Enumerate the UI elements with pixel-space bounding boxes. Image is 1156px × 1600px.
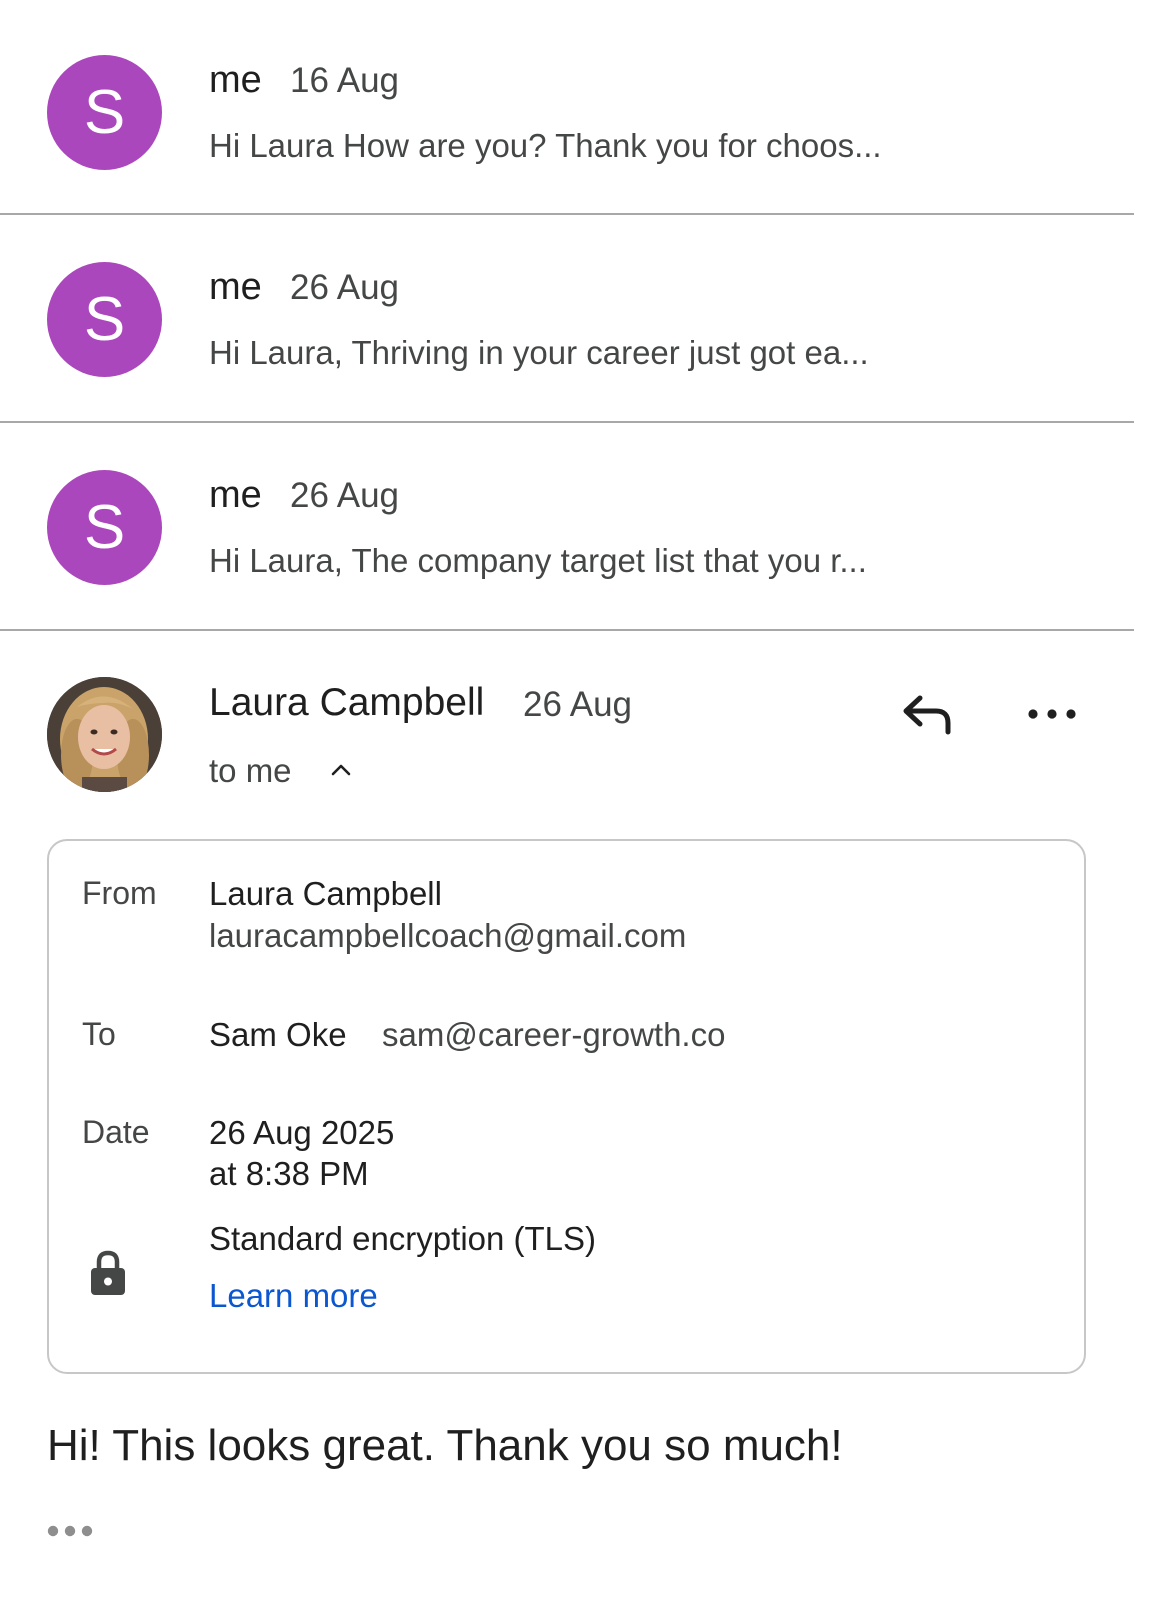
message-sender: me	[209, 266, 262, 308]
message-date: 16 Aug	[290, 61, 399, 100]
collapsed-message[interactable]: S me 16 Aug Hi Laura How are you? Thank …	[0, 8, 1134, 215]
avatar[interactable]: S	[47, 470, 162, 585]
date-label: Date	[82, 1114, 150, 1150]
message-details-panel: From Laura Campbell lauracampbellcoach@g…	[47, 839, 1086, 1374]
message-snippet: Hi Laura, Thriving in your career just g…	[209, 334, 869, 371]
from-name: Laura Campbell	[209, 875, 442, 912]
avatar[interactable]: S	[47, 55, 162, 170]
to-label: To	[82, 1016, 116, 1052]
from-email[interactable]: lauracampbellcoach@gmail.com	[209, 917, 686, 955]
message-sender: me	[209, 59, 262, 101]
date-value: 26 Aug 2025	[209, 1114, 395, 1151]
lock-icon	[91, 1250, 125, 1295]
show-trimmed-content-button[interactable]	[47, 1511, 107, 1551]
more-horizontal-icon	[47, 1525, 93, 1537]
more-options-button[interactable]	[1019, 689, 1085, 739]
message-date: 26 Aug	[290, 268, 399, 307]
to-name: Sam Oke	[209, 1016, 347, 1053]
time-value: at 8:38 PM	[209, 1155, 369, 1192]
message-date: 26 Aug	[290, 476, 399, 515]
message-snippet: Hi Laura, The company target list that y…	[209, 542, 867, 579]
learn-more-link[interactable]: Learn more	[209, 1277, 378, 1315]
expanded-message: Laura Campbell 26 Aug to me From Laura C…	[0, 633, 1156, 1600]
avatar[interactable]	[47, 677, 162, 792]
to-email[interactable]: sam@career-growth.co	[382, 1016, 725, 1054]
message-snippet: Hi Laura How are you? Thank you for choo…	[209, 127, 882, 164]
message-date: 26 Aug	[523, 685, 632, 724]
recipients-summary[interactable]: to me	[209, 752, 292, 790]
reply-icon	[903, 695, 951, 735]
from-label: From	[82, 875, 157, 911]
more-horizontal-icon	[1028, 709, 1076, 719]
avatar-photo	[47, 677, 162, 792]
encryption-status: Standard encryption (TLS)	[209, 1220, 597, 1257]
collapsed-message[interactable]: S me 26 Aug Hi Laura, The company target…	[0, 423, 1134, 631]
message-body: Hi! This looks great. Thank you so much!	[47, 1421, 843, 1470]
reply-button[interactable]	[893, 683, 959, 745]
message-sender: Laura Campbell	[209, 681, 485, 724]
email-thread: S me 16 Aug Hi Laura How are you? Thank …	[0, 0, 1156, 1600]
avatar[interactable]: S	[47, 262, 162, 377]
message-sender: me	[209, 474, 262, 516]
chevron-up-icon[interactable]	[328, 757, 354, 783]
collapsed-message[interactable]: S me 26 Aug Hi Laura, Thriving in your c…	[0, 215, 1134, 423]
